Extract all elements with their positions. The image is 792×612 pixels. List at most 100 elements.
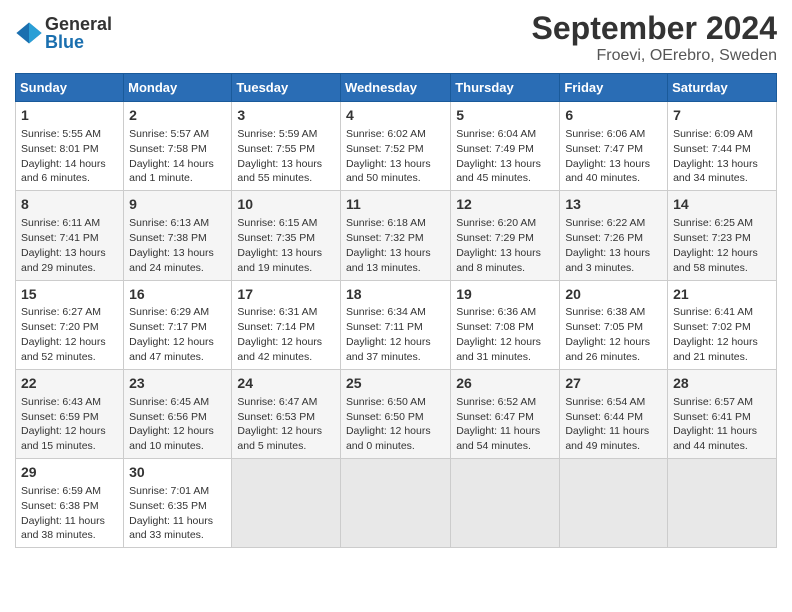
calendar-cell: 16 Sunrise: 6:29 AMSunset: 7:17 PMDaylig…: [124, 280, 232, 369]
calendar-cell: [668, 459, 777, 548]
day-number: 10: [237, 195, 335, 214]
calendar-cell: 4 Sunrise: 6:02 AMSunset: 7:52 PMDayligh…: [340, 102, 450, 191]
calendar-cell: 2 Sunrise: 5:57 AMSunset: 7:58 PMDayligh…: [124, 102, 232, 191]
day-info: Sunrise: 6:13 AMSunset: 7:38 PMDaylight:…: [129, 217, 214, 274]
day-number: 11: [346, 195, 445, 214]
calendar-cell: 21 Sunrise: 6:41 AMSunset: 7:02 PMDaylig…: [668, 280, 777, 369]
calendar-title: September 2024: [532, 10, 777, 47]
day-info: Sunrise: 6:29 AMSunset: 7:17 PMDaylight:…: [129, 306, 214, 363]
day-number: 16: [129, 285, 226, 304]
calendar-cell: 14 Sunrise: 6:25 AMSunset: 7:23 PMDaylig…: [668, 191, 777, 280]
col-monday: Monday: [124, 74, 232, 102]
day-number: 20: [565, 285, 662, 304]
header: General Blue September 2024 Froevi, OEre…: [15, 10, 777, 65]
calendar-cell: 26 Sunrise: 6:52 AMSunset: 6:47 PMDaylig…: [451, 369, 560, 458]
calendar-cell: 8 Sunrise: 6:11 AMSunset: 7:41 PMDayligh…: [16, 191, 124, 280]
calendar-subtitle: Froevi, OErebro, Sweden: [532, 47, 777, 65]
calendar-cell: 28 Sunrise: 6:57 AMSunset: 6:41 PMDaylig…: [668, 369, 777, 458]
calendar-cell: 15 Sunrise: 6:27 AMSunset: 7:20 PMDaylig…: [16, 280, 124, 369]
day-info: Sunrise: 6:38 AMSunset: 7:05 PMDaylight:…: [565, 306, 650, 363]
logo-text: General Blue: [45, 15, 112, 51]
day-info: Sunrise: 6:50 AMSunset: 6:50 PMDaylight:…: [346, 396, 431, 453]
day-number: 27: [565, 374, 662, 393]
calendar-cell: 17 Sunrise: 6:31 AMSunset: 7:14 PMDaylig…: [232, 280, 341, 369]
col-thursday: Thursday: [451, 74, 560, 102]
day-number: 8: [21, 195, 118, 214]
calendar-header: Sunday Monday Tuesday Wednesday Thursday…: [16, 74, 777, 102]
logo-icon: [15, 19, 43, 47]
day-info: Sunrise: 6:06 AMSunset: 7:47 PMDaylight:…: [565, 128, 650, 185]
day-info: Sunrise: 6:15 AMSunset: 7:35 PMDaylight:…: [237, 217, 322, 274]
logo-blue: Blue: [45, 33, 112, 51]
day-info: Sunrise: 6:54 AMSunset: 6:44 PMDaylight:…: [565, 396, 649, 453]
calendar-cell: [451, 459, 560, 548]
calendar-cell: 20 Sunrise: 6:38 AMSunset: 7:05 PMDaylig…: [560, 280, 668, 369]
calendar-cell: 22 Sunrise: 6:43 AMSunset: 6:59 PMDaylig…: [16, 369, 124, 458]
logo-general: General: [45, 15, 112, 33]
day-number: 22: [21, 374, 118, 393]
page: General Blue September 2024 Froevi, OEre…: [0, 0, 792, 612]
day-number: 5: [456, 106, 554, 125]
day-number: 6: [565, 106, 662, 125]
day-number: 3: [237, 106, 335, 125]
col-saturday: Saturday: [668, 74, 777, 102]
calendar-week-4: 22 Sunrise: 6:43 AMSunset: 6:59 PMDaylig…: [16, 369, 777, 458]
col-tuesday: Tuesday: [232, 74, 341, 102]
calendar-cell: [232, 459, 341, 548]
calendar-cell: 24 Sunrise: 6:47 AMSunset: 6:53 PMDaylig…: [232, 369, 341, 458]
calendar-cell: 18 Sunrise: 6:34 AMSunset: 7:11 PMDaylig…: [340, 280, 450, 369]
day-info: Sunrise: 6:18 AMSunset: 7:32 PMDaylight:…: [346, 217, 431, 274]
day-number: 17: [237, 285, 335, 304]
day-info: Sunrise: 6:41 AMSunset: 7:02 PMDaylight:…: [673, 306, 758, 363]
calendar-week-1: 1 Sunrise: 5:55 AMSunset: 8:01 PMDayligh…: [16, 102, 777, 191]
day-info: Sunrise: 5:57 AMSunset: 7:58 PMDaylight:…: [129, 128, 214, 185]
day-info: Sunrise: 6:27 AMSunset: 7:20 PMDaylight:…: [21, 306, 106, 363]
calendar-cell: 19 Sunrise: 6:36 AMSunset: 7:08 PMDaylig…: [451, 280, 560, 369]
calendar-cell: [340, 459, 450, 548]
day-info: Sunrise: 6:57 AMSunset: 6:41 PMDaylight:…: [673, 396, 757, 453]
day-number: 19: [456, 285, 554, 304]
day-info: Sunrise: 6:25 AMSunset: 7:23 PMDaylight:…: [673, 217, 758, 274]
day-info: Sunrise: 6:52 AMSunset: 6:47 PMDaylight:…: [456, 396, 540, 453]
calendar-cell: 9 Sunrise: 6:13 AMSunset: 7:38 PMDayligh…: [124, 191, 232, 280]
day-number: 28: [673, 374, 771, 393]
day-info: Sunrise: 6:04 AMSunset: 7:49 PMDaylight:…: [456, 128, 541, 185]
day-info: Sunrise: 6:45 AMSunset: 6:56 PMDaylight:…: [129, 396, 214, 453]
day-number: 23: [129, 374, 226, 393]
calendar-body: 1 Sunrise: 5:55 AMSunset: 8:01 PMDayligh…: [16, 102, 777, 548]
day-info: Sunrise: 6:09 AMSunset: 7:44 PMDaylight:…: [673, 128, 758, 185]
day-number: 24: [237, 374, 335, 393]
calendar-cell: 30 Sunrise: 7:01 AMSunset: 6:35 PMDaylig…: [124, 459, 232, 548]
day-info: Sunrise: 6:34 AMSunset: 7:11 PMDaylight:…: [346, 306, 431, 363]
calendar-cell: 10 Sunrise: 6:15 AMSunset: 7:35 PMDaylig…: [232, 191, 341, 280]
calendar-cell: 7 Sunrise: 6:09 AMSunset: 7:44 PMDayligh…: [668, 102, 777, 191]
day-number: 21: [673, 285, 771, 304]
calendar-cell: 12 Sunrise: 6:20 AMSunset: 7:29 PMDaylig…: [451, 191, 560, 280]
calendar-week-5: 29 Sunrise: 6:59 AMSunset: 6:38 PMDaylig…: [16, 459, 777, 548]
logo: General Blue: [15, 15, 112, 51]
day-info: Sunrise: 6:11 AMSunset: 7:41 PMDaylight:…: [21, 217, 106, 274]
day-number: 4: [346, 106, 445, 125]
calendar-cell: 3 Sunrise: 5:59 AMSunset: 7:55 PMDayligh…: [232, 102, 341, 191]
calendar-week-2: 8 Sunrise: 6:11 AMSunset: 7:41 PMDayligh…: [16, 191, 777, 280]
calendar-table: Sunday Monday Tuesday Wednesday Thursday…: [15, 73, 777, 548]
calendar-week-3: 15 Sunrise: 6:27 AMSunset: 7:20 PMDaylig…: [16, 280, 777, 369]
day-info: Sunrise: 6:22 AMSunset: 7:26 PMDaylight:…: [565, 217, 650, 274]
calendar-cell: 27 Sunrise: 6:54 AMSunset: 6:44 PMDaylig…: [560, 369, 668, 458]
day-number: 7: [673, 106, 771, 125]
calendar-cell: 11 Sunrise: 6:18 AMSunset: 7:32 PMDaylig…: [340, 191, 450, 280]
calendar-cell: [560, 459, 668, 548]
day-number: 13: [565, 195, 662, 214]
calendar-cell: 29 Sunrise: 6:59 AMSunset: 6:38 PMDaylig…: [16, 459, 124, 548]
day-number: 2: [129, 106, 226, 125]
day-info: Sunrise: 5:55 AMSunset: 8:01 PMDaylight:…: [21, 128, 106, 185]
day-number: 25: [346, 374, 445, 393]
calendar-cell: 25 Sunrise: 6:50 AMSunset: 6:50 PMDaylig…: [340, 369, 450, 458]
day-number: 1: [21, 106, 118, 125]
col-sunday: Sunday: [16, 74, 124, 102]
day-info: Sunrise: 6:36 AMSunset: 7:08 PMDaylight:…: [456, 306, 541, 363]
col-friday: Friday: [560, 74, 668, 102]
day-number: 18: [346, 285, 445, 304]
header-row: Sunday Monday Tuesday Wednesday Thursday…: [16, 74, 777, 102]
day-number: 14: [673, 195, 771, 214]
